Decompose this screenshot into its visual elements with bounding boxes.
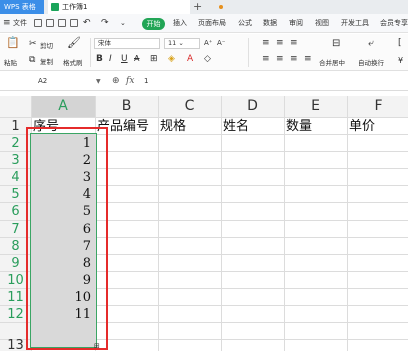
redo-icon[interactable]: ↷ bbox=[101, 14, 109, 33]
column-header-d[interactable]: D bbox=[221, 96, 284, 117]
currency-icon[interactable]: ¥ bbox=[398, 56, 403, 65]
align-left-icon[interactable]: ≡ bbox=[262, 54, 270, 64]
merge-center-button[interactable]: 合并居中 bbox=[319, 57, 345, 67]
grid-line bbox=[158, 96, 159, 351]
export-pdf-icon[interactable] bbox=[70, 19, 78, 27]
clear-format-icon[interactable]: ◇ bbox=[204, 54, 211, 64]
number-format-icon[interactable]: [ bbox=[398, 38, 402, 48]
tab-data[interactable]: 数据 bbox=[263, 14, 277, 33]
menu-bar: ≡ 文件 ↶ ↷ ⌄ 开始 插入 页面布局 公式 数据 审阅 视图 开发工具 会… bbox=[0, 14, 408, 33]
ribbon-divider bbox=[248, 38, 249, 67]
quick-access-dropdown-icon[interactable]: ⌄ bbox=[120, 14, 126, 33]
new-tab-plus-icon[interactable]: + bbox=[193, 0, 202, 14]
paste-icon[interactable]: 📋 bbox=[6, 37, 20, 48]
hamburger-icon[interactable]: ≡ bbox=[3, 14, 11, 33]
borders-icon[interactable]: ⊞ bbox=[150, 54, 158, 64]
title-tab-bar: WPS 表格 工作簿1 + bbox=[0, 0, 408, 14]
tab-page-layout[interactable]: 页面布局 bbox=[198, 14, 226, 33]
decrease-font-icon[interactable]: A⁻ bbox=[217, 39, 225, 47]
italic-icon[interactable]: I bbox=[109, 54, 112, 64]
column-header-a[interactable]: A bbox=[31, 96, 95, 117]
align-right-icon[interactable]: ≡ bbox=[290, 54, 298, 64]
tab-home[interactable]: 开始 bbox=[142, 18, 165, 30]
cell-f1[interactable]: 单价 bbox=[349, 118, 375, 135]
tab-developer[interactable]: 开发工具 bbox=[341, 14, 369, 33]
grid-line bbox=[347, 96, 348, 351]
underline-icon[interactable]: U bbox=[121, 54, 128, 64]
increase-font-icon[interactable]: A⁺ bbox=[204, 39, 212, 47]
merge-center-icon[interactable]: ⊟ bbox=[332, 38, 340, 49]
ribbon-divider bbox=[90, 38, 91, 67]
cut-icon[interactable]: ✂ bbox=[29, 39, 37, 49]
column-header-b[interactable]: B bbox=[95, 96, 158, 117]
column-header-c[interactable]: C bbox=[158, 96, 221, 117]
chevron-down-icon: ⌄ bbox=[176, 39, 184, 47]
spreadsheet-icon bbox=[51, 3, 59, 11]
formula-input[interactable]: 1 bbox=[144, 75, 404, 88]
print-icon[interactable] bbox=[58, 19, 66, 27]
paste-button[interactable]: 粘贴 bbox=[4, 57, 17, 67]
name-box[interactable]: A2 bbox=[0, 75, 92, 88]
formula-bar: A2 ▼ ⊕ fx 1 bbox=[0, 72, 408, 91]
wrap-text-icon[interactable]: ⤶ bbox=[368, 38, 374, 49]
column-header-f[interactable]: F bbox=[347, 96, 408, 117]
cell-d1[interactable]: 姓名 bbox=[223, 118, 249, 135]
bold-icon[interactable]: B bbox=[96, 54, 103, 64]
undo-icon[interactable]: ↶ bbox=[83, 14, 91, 33]
zoom-icon[interactable]: ⊕ bbox=[112, 74, 120, 89]
fx-icon[interactable]: fx bbox=[126, 74, 134, 89]
menu-file[interactable]: 文件 bbox=[13, 14, 27, 33]
font-color-icon[interactable]: A bbox=[187, 54, 193, 64]
workbook-tab-label: 工作簿1 bbox=[62, 3, 88, 11]
wps-app-tab[interactable]: WPS 表格 bbox=[0, 0, 44, 14]
fill-color-icon[interactable]: ◈ bbox=[168, 54, 175, 64]
cell-c1[interactable]: 规格 bbox=[160, 118, 186, 135]
chevron-down-icon[interactable]: ▼ bbox=[96, 75, 101, 88]
highlight-annotation-box bbox=[26, 127, 108, 350]
ribbon-toolbar: 📋 粘贴 ✂ 剪切 ⧉ 复制 🖌 格式刷 宋体 11 ⌄ A⁺ A⁻ B I U… bbox=[0, 34, 408, 71]
strikethrough-icon[interactable]: A bbox=[134, 54, 139, 63]
align-bottom-icon[interactable]: ≡ bbox=[290, 38, 298, 48]
cell-e1[interactable]: 数量 bbox=[286, 118, 312, 135]
format-painter-icon[interactable]: 🖌 bbox=[67, 37, 81, 48]
align-center-icon[interactable]: ≡ bbox=[276, 54, 284, 64]
unsaved-dot-icon bbox=[219, 5, 223, 9]
copy-button[interactable]: 复制 bbox=[40, 56, 53, 66]
font-name-select[interactable]: 宋体 bbox=[94, 38, 160, 49]
column-header-e[interactable]: E bbox=[284, 96, 347, 117]
print-preview-icon[interactable] bbox=[46, 19, 54, 27]
format-painter-button[interactable]: 格式刷 bbox=[63, 57, 83, 67]
align-middle-icon[interactable]: ≡ bbox=[276, 38, 284, 48]
tab-view[interactable]: 视图 bbox=[315, 14, 329, 33]
auto-fill-options-icon[interactable]: ⊞ bbox=[94, 342, 104, 350]
cut-button[interactable]: 剪切 bbox=[40, 40, 53, 50]
grid-line bbox=[221, 96, 222, 351]
save-icon[interactable] bbox=[34, 19, 42, 27]
wrap-text-button[interactable]: 自动换行 bbox=[358, 57, 384, 67]
distributed-align-icon[interactable]: ≡ bbox=[304, 54, 312, 64]
font-size-select[interactable]: 11 ⌄ bbox=[164, 38, 200, 49]
tab-formulas[interactable]: 公式 bbox=[238, 14, 252, 33]
tab-insert[interactable]: 插入 bbox=[173, 14, 187, 33]
copy-icon[interactable]: ⧉ bbox=[29, 55, 35, 65]
spreadsheet-grid[interactable]: A B C D E F 1 2 3 4 5 6 7 8 9 10 11 12 1… bbox=[0, 96, 408, 351]
tab-member[interactable]: 会员专享 bbox=[380, 14, 408, 33]
grid-line bbox=[284, 96, 285, 351]
workbook-tab[interactable]: 工作簿1 bbox=[48, 0, 223, 14]
align-top-icon[interactable]: ≡ bbox=[262, 38, 270, 48]
tab-review[interactable]: 审阅 bbox=[289, 14, 303, 33]
